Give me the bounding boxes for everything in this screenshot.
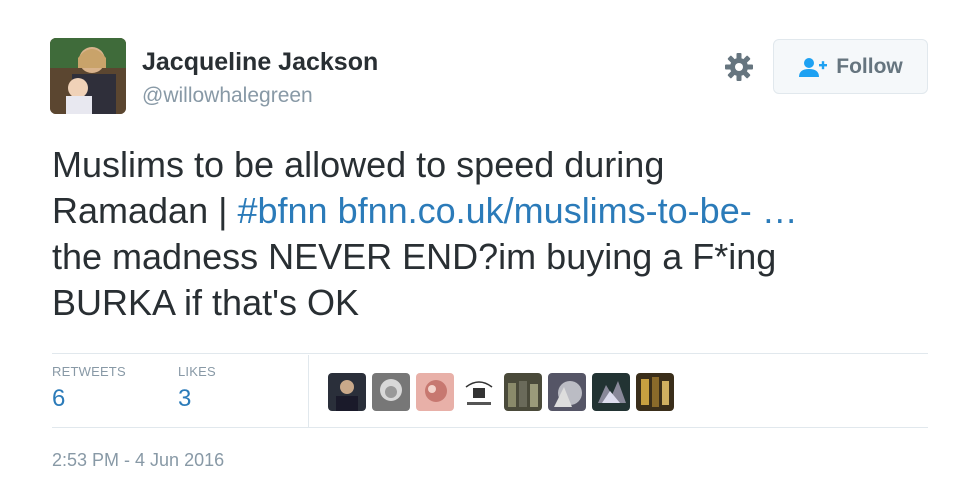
follow-label: Follow (836, 54, 903, 78)
retweets-stat[interactable]: RETWEETS 6 (52, 364, 126, 413)
liker-avatar[interactable] (372, 373, 410, 411)
tweet-text: Muslims to be allowed to speed during Ra… (52, 142, 932, 326)
tweet-text-segment: Ramadan | (52, 190, 238, 231)
liker-avatar[interactable] (328, 373, 366, 411)
tweet-line: Muslims to be allowed to speed during (52, 144, 665, 185)
follow-button[interactable]: Follow (773, 39, 928, 94)
likes-label: LIKES (178, 364, 216, 379)
tweet-line: BURKA if that's OK (52, 282, 359, 323)
display-name[interactable]: Jacqueline Jackson (142, 48, 378, 77)
divider (52, 353, 928, 354)
stats-separator (308, 355, 309, 427)
retweets-label: RETWEETS (52, 364, 126, 379)
gear-icon[interactable] (723, 51, 755, 83)
tweet-timestamp[interactable]: 2:53 PM - 4 Jun 2016 (52, 450, 224, 471)
avatar[interactable] (50, 38, 126, 114)
liker-avatar[interactable] (636, 373, 674, 411)
liker-avatar[interactable] (548, 373, 586, 411)
liker-avatar[interactable] (504, 373, 542, 411)
liker-avatars (328, 373, 674, 411)
liker-avatar[interactable] (416, 373, 454, 411)
liker-avatar[interactable] (592, 373, 630, 411)
add-user-icon (798, 56, 828, 78)
likes-stat[interactable]: LIKES 3 (178, 364, 216, 413)
user-handle[interactable]: @willowhalegreen (142, 84, 313, 108)
url-link[interactable]: bfnn.co.uk/muslims-to-be- … (338, 190, 798, 231)
retweets-count[interactable]: 6 (52, 385, 126, 413)
liker-avatar[interactable] (460, 373, 498, 411)
likes-count[interactable]: 3 (178, 385, 216, 413)
hashtag-link[interactable]: #bfnn (237, 190, 327, 231)
tweet-line: the madness NEVER END?im buying a F*ing (52, 236, 777, 277)
tweet-line: Ramadan | #bfnn bfnn.co.uk/muslims-to-be… (52, 188, 932, 234)
divider (52, 427, 928, 428)
